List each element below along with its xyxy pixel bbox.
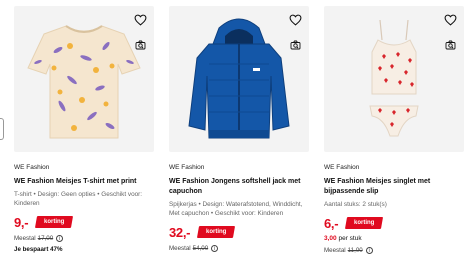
wishlist-heart-icon[interactable] [132,12,148,28]
filter-edge-handle[interactable] [0,118,4,140]
was-price: 17,00 [37,235,54,242]
product-specs: Aantal stuks: 2 stuk(s) [324,201,387,208]
original-price: Meestal 17,00 i [14,235,154,242]
info-icon[interactable]: i [56,235,64,242]
discount-badge: korting [345,217,384,229]
product-brand: WE Fashion [324,164,360,171]
camera-search-icon[interactable] [288,38,302,52]
discount-badge: korting [197,226,236,238]
product-grid-page: WE Fashion WE Fashion Meisjes T-shirt me… [0,0,475,265]
product-card[interactable]: WE Fashion WE Fashion Meisjes singlet me… [324,6,464,265]
camera-search-icon[interactable] [443,38,457,52]
product-grid: WE Fashion WE Fashion Meisjes T-shirt me… [14,6,475,265]
product-title[interactable]: WE Fashion Jongens softshell jack met ca… [169,177,309,197]
price-row: 6,- korting [324,215,464,231]
discount-badge-label: korting [206,229,227,235]
wishlist-heart-icon[interactable] [442,12,458,28]
product-specs: T-shirt • Design: Geen opties • Geschikt… [14,191,143,207]
discount-badge-label: korting [354,220,375,226]
info-icon[interactable]: i [365,247,373,254]
product-card[interactable]: WE Fashion WE Fashion Meisjes T-shirt me… [14,6,154,265]
product-title[interactable]: WE Fashion Meisjes T-shirt met print [14,177,154,187]
price-row: 32,- korting [169,224,309,240]
wishlist-heart-icon[interactable] [287,12,303,28]
product-image[interactable] [14,6,154,152]
was-price: 11,00 [347,247,363,254]
product-card[interactable]: WE Fashion WE Fashion Jongens softshell … [169,6,309,265]
info-icon[interactable]: i [211,245,219,252]
was-label: Meestal [169,245,191,252]
unit-price-value: 3,00 [324,235,337,242]
was-label: Meestal [14,235,36,242]
original-price: Meestal 54,00 i [169,245,309,252]
product-price: 6,- [324,215,339,231]
camera-search-icon[interactable] [133,38,147,52]
discount-badge: korting [35,216,74,228]
product-price: 9,- [14,214,29,230]
product-title[interactable]: WE Fashion Meisjes singlet met bijpassen… [324,177,464,197]
original-price: Meestal 11,00 i [324,247,464,254]
product-price: 32,- [169,224,191,240]
product-brand: WE Fashion [14,164,50,171]
product-brand: WE Fashion [169,164,205,171]
left-edge-panel [0,0,10,265]
unit-price: 3,00 per stuk [324,235,464,242]
was-label: Meestal [324,247,346,254]
saving-text: Je bespaart 47% [14,246,63,253]
product-image[interactable] [169,6,309,152]
discount-badge-label: korting [44,219,65,225]
price-row: 9,- korting [14,214,154,230]
was-price: 54,00 [192,245,209,252]
product-image[interactable] [324,6,464,152]
unit-price-suffix: per stuk [336,235,362,242]
product-specs: Spijkerjas • Design: Waterafstotend, Win… [169,201,303,217]
